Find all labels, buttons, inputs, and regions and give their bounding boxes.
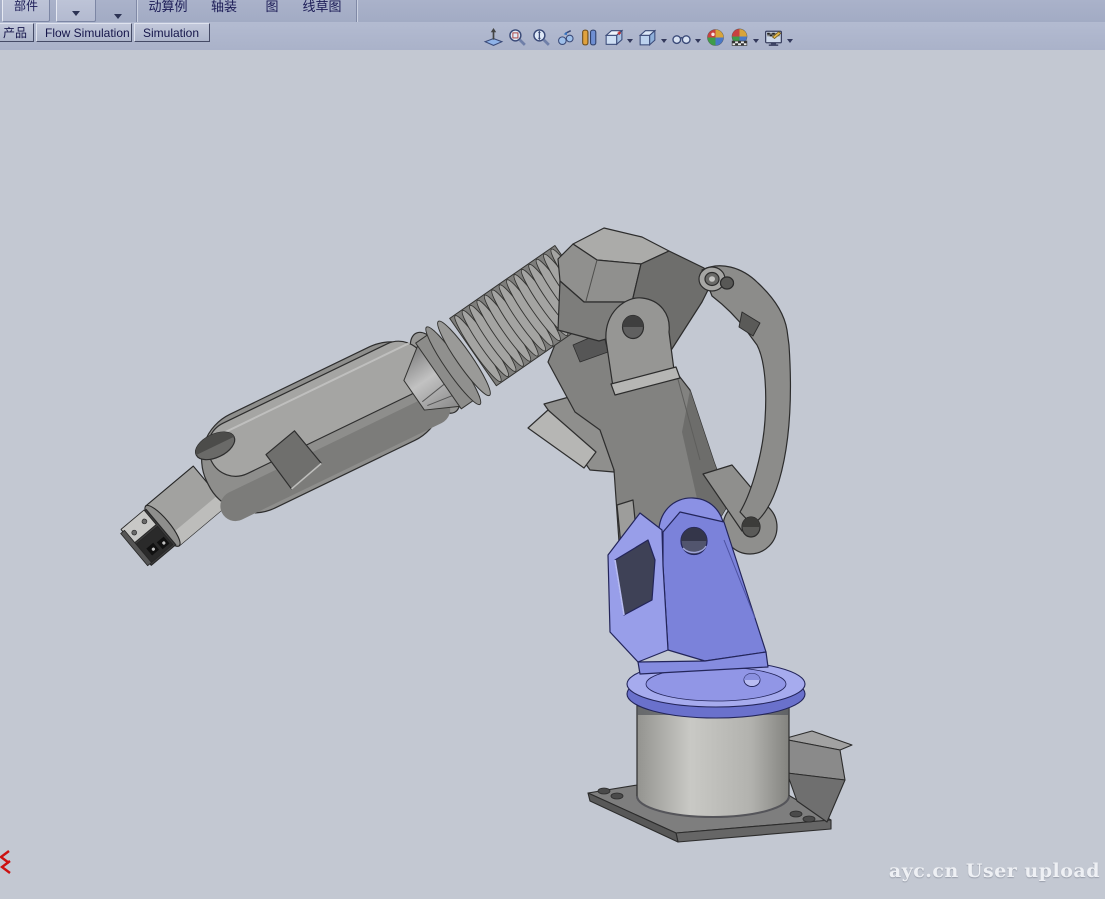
edit-appearance-icon[interactable] <box>705 27 726 48</box>
watermark-text: ayc.cn User upload <box>889 860 1100 882</box>
motion-study-button[interactable]: 动算例 <box>140 0 196 15</box>
chevron-down-icon[interactable] <box>661 39 667 43</box>
zoom-to-fit-icon[interactable] <box>483 27 504 48</box>
top-toolbar: 藏的零 部件 动算例 轴装 图 线草图 <box>0 0 1105 23</box>
toolbar-dropdown-button-2[interactable] <box>108 8 128 23</box>
chevron-down-icon <box>72 11 80 16</box>
section-view-icon[interactable] <box>579 27 600 48</box>
hide-show-items-icon[interactable] <box>671 27 692 48</box>
view-settings-icon[interactable] <box>763 27 784 48</box>
robot-arm-model[interactable] <box>0 50 1105 899</box>
tab-product[interactable]: 产品 <box>0 23 34 42</box>
tab-flow-simulation[interactable]: Flow Simulation <box>36 23 132 42</box>
previous-view-icon[interactable] <box>555 27 576 48</box>
tab-simulation[interactable]: Simulation <box>134 23 210 42</box>
view-orientation-icon[interactable] <box>603 27 624 48</box>
chevron-down-icon[interactable] <box>627 39 633 43</box>
chevron-down-icon[interactable] <box>787 39 793 43</box>
toolbar-button-2[interactable]: 轴装 <box>202 0 246 15</box>
chevron-down-icon[interactable] <box>695 39 701 43</box>
toolbar-dropdown-button-1[interactable] <box>56 0 96 22</box>
graphics-area[interactable] <box>0 50 1105 899</box>
show-hidden-components-button[interactable]: 藏的零 部件 <box>2 0 50 22</box>
chevron-down-icon[interactable] <box>753 39 759 43</box>
toolbar-separator <box>356 0 357 22</box>
zoom-to-area-icon[interactable] <box>507 27 528 48</box>
toolbar-separator <box>136 0 137 22</box>
toolbar-button-3[interactable]: 图 <box>254 0 290 15</box>
apply-scene-icon[interactable] <box>729 27 750 48</box>
chevron-down-icon <box>114 14 122 19</box>
zoom-in-out-icon[interactable] <box>531 27 552 48</box>
display-style-icon[interactable] <box>637 27 658 48</box>
reference-triad-fragment <box>1 851 10 873</box>
toolbar-button-4[interactable]: 线草图 <box>294 0 350 15</box>
show-hidden-components-label-line2: 部件 <box>7 0 45 13</box>
base-cylinder[interactable] <box>637 706 789 817</box>
heads-up-view-toolbar <box>483 26 794 48</box>
solidworks-window: { "app": "SolidWorks-style CAD viewport"… <box>0 0 1105 899</box>
